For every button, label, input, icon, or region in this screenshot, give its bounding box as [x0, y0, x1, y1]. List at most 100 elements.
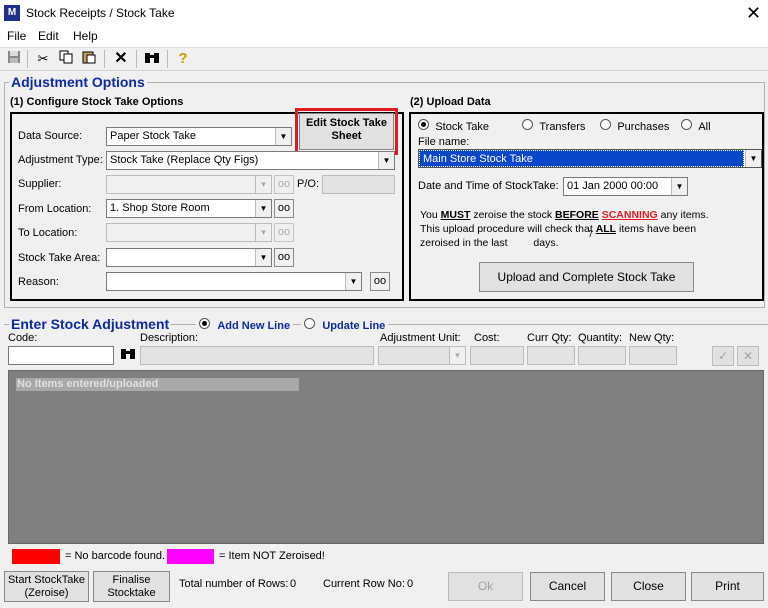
chevron-down-icon: ▼: [345, 273, 361, 290]
file-name-value: Main Store Stock Take: [419, 150, 744, 167]
new-qty-input[interactable]: [629, 346, 677, 365]
chevron-down-icon: ▼: [255, 224, 271, 241]
stock-take-area-select[interactable]: ▼: [106, 248, 272, 267]
curr-qty-input[interactable]: [527, 346, 575, 365]
ok-button[interactable]: Ok: [448, 572, 523, 601]
cost-input[interactable]: [470, 346, 524, 365]
radio-add-new-line-dot: [199, 318, 210, 329]
finalise-line2: Stocktake: [107, 587, 156, 599]
from-location-glasses-icon[interactable]: oo: [274, 199, 294, 218]
data-source-value: Paper Stock Take: [110, 130, 197, 142]
reason-glasses-icon[interactable]: oo: [370, 272, 390, 291]
datetime-label: Date and Time of StockTake:: [418, 180, 559, 192]
warn-line2a: This upload procedure will check that: [420, 223, 593, 235]
radio-purchases[interactable]: Purchases: [600, 119, 669, 133]
supplier-lookup-glasses-icon[interactable]: oo: [274, 175, 294, 194]
copy-icon[interactable]: [57, 50, 75, 68]
radio-transfers[interactable]: Transfers: [522, 119, 585, 133]
cancel-x-icon[interactable]: ✕: [737, 346, 759, 366]
upload-data-title: (2) Upload Data: [410, 96, 491, 108]
to-location-glasses-icon[interactable]: oo: [274, 223, 294, 242]
description-input[interactable]: [140, 346, 374, 365]
chevron-down-icon: ▼: [255, 176, 271, 193]
quantity-input[interactable]: [578, 346, 626, 365]
reason-label: Reason:: [18, 276, 59, 288]
stock-take-area-label: Stock Take Area:: [18, 252, 101, 264]
radio-stock-take-dot: [418, 119, 429, 130]
start-stocktake-line1: Start StockTake: [7, 574, 86, 586]
menu-help[interactable]: Help: [73, 29, 98, 43]
current-row-label: Current Row No:: [323, 578, 405, 590]
radio-stock-take[interactable]: Stock Take: [418, 119, 489, 133]
file-name-select[interactable]: Main Store Stock Take ▼: [418, 149, 762, 168]
chevron-down-icon: ▼: [255, 249, 271, 266]
close-window-button[interactable]: ✕: [746, 3, 761, 24]
supplier-select[interactable]: ▼: [106, 175, 272, 194]
radio-transfers-dot: [522, 119, 533, 130]
from-location-label: From Location:: [18, 203, 92, 215]
radio-all[interactable]: All: [681, 119, 711, 133]
radio-purchases-label: Purchases: [617, 121, 670, 133]
stock-take-area-glasses-icon[interactable]: oo: [274, 248, 294, 267]
items-grid[interactable]: [8, 370, 764, 544]
reason-select[interactable]: ▼: [106, 272, 362, 291]
delete-icon[interactable]: ✕: [112, 50, 130, 68]
code-input[interactable]: [8, 346, 114, 365]
help-icon[interactable]: ?: [174, 50, 192, 68]
po-field[interactable]: [322, 175, 395, 194]
po-label: P/O:: [297, 178, 320, 190]
cancel-button[interactable]: Cancel: [530, 572, 605, 601]
app-icon: M: [4, 5, 20, 21]
chevron-down-icon: ▼: [671, 178, 687, 195]
radio-stock-take-label: Stock Take: [435, 121, 489, 133]
cost-label: Cost:: [474, 332, 500, 344]
datetime-picker[interactable]: 01 Jan 2000 00:00 ▼: [563, 177, 688, 196]
warn-line2b: items have been: [619, 223, 697, 235]
warn-before: BEFORE: [555, 209, 599, 221]
finalise-line1: Finalise: [112, 574, 151, 586]
radio-update-line[interactable]: Update Line: [301, 318, 389, 332]
start-stocktake-button[interactable]: Start StockTake (Zeroise): [4, 571, 89, 602]
chevron-down-icon: ▼: [745, 150, 761, 167]
adjustment-unit-select[interactable]: ▼: [378, 346, 466, 365]
menu-edit[interactable]: Edit: [38, 29, 59, 43]
zeroise-days-number: 7: [588, 229, 594, 239]
new-qty-label: New Qty:: [629, 332, 675, 344]
from-location-select[interactable]: 1. Shop Store Room ▼: [106, 199, 272, 218]
print-button[interactable]: Print: [691, 572, 764, 601]
paste-icon[interactable]: [80, 50, 98, 68]
to-location-label: To Location:: [18, 227, 78, 239]
radio-transfers-label: Transfers: [539, 121, 586, 133]
start-stocktake-line2: (Zeroise): [24, 587, 69, 599]
legend-magenta-text: = Item NOT Zeroised!: [219, 550, 325, 562]
toolbar-separator: [104, 50, 105, 68]
configure-options-title: (1) Configure Stock Take Options: [10, 96, 184, 108]
close-button[interactable]: Close: [611, 572, 686, 601]
warn-line3a: zeroised in the last: [420, 237, 508, 249]
binoculars-search-icon[interactable]: [118, 346, 138, 365]
from-location-value: 1. Shop Store Room: [110, 202, 210, 214]
adjustment-type-label: Adjustment Type:: [18, 154, 103, 166]
edit-stock-take-sheet-button[interactable]: Edit Stock Take Sheet: [299, 113, 394, 150]
warn-you: You: [420, 209, 438, 221]
binoculars-icon[interactable]: [143, 50, 161, 68]
radio-all-dot: [681, 119, 692, 130]
radio-add-new-line[interactable]: Add New Line: [196, 318, 294, 332]
menu-file[interactable]: File: [7, 29, 26, 43]
to-location-select[interactable]: ▼: [106, 223, 272, 242]
chevron-down-icon: ▼: [255, 200, 271, 217]
enter-stock-adjustment-title: Enter Stock Adjustment: [9, 316, 172, 332]
data-source-label: Data Source:: [18, 130, 83, 142]
legend-red-swatch: [12, 549, 60, 564]
warn-scanning: SCANNING: [601, 209, 658, 221]
upload-complete-button[interactable]: Upload and Complete Stock Take: [479, 262, 694, 292]
no-items-message: No Items entered/uploaded: [16, 378, 299, 391]
adjustment-type-select[interactable]: Stock Take (Replace Qty Figs) ▼: [106, 151, 395, 170]
cut-icon[interactable]: ✂: [34, 50, 52, 68]
toolbar-separator: [167, 50, 168, 68]
check-icon[interactable]: ✓: [712, 346, 734, 366]
data-source-select[interactable]: Paper Stock Take ▼: [106, 127, 292, 146]
finalise-stocktake-button[interactable]: Finalise Stocktake: [93, 571, 170, 602]
save-icon[interactable]: [5, 50, 23, 68]
chevron-down-icon: ▼: [378, 152, 394, 169]
